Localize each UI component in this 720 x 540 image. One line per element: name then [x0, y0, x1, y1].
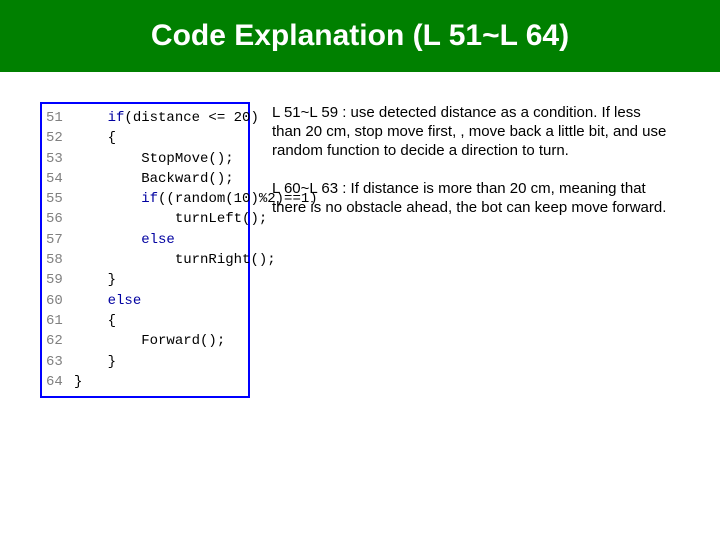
code-text: {	[108, 128, 116, 148]
code-keyword: else	[141, 230, 175, 250]
code-text: StopMove();	[141, 149, 233, 169]
code-text: (distance <= 20)	[124, 108, 258, 128]
line-number: 59	[46, 270, 74, 290]
code-indent	[74, 311, 108, 331]
code-text: }	[108, 270, 116, 290]
code-text: }	[108, 352, 116, 372]
para-lead: L 51~L 59 :	[272, 104, 351, 121]
line-number: 63	[46, 352, 74, 372]
slide-content: 51 if(distance <= 20) 52 { 53 StopMove()…	[0, 72, 720, 418]
code-text: turnRight();	[175, 250, 276, 270]
code-text: Backward();	[141, 169, 233, 189]
code-indent	[74, 128, 108, 148]
code-indent	[74, 352, 108, 372]
code-line: 62 Forward();	[46, 331, 240, 351]
code-line: 64}	[46, 372, 240, 392]
line-number: 54	[46, 169, 74, 189]
code-indent	[74, 250, 175, 270]
code-indent	[74, 108, 108, 128]
line-number: 51	[46, 108, 74, 128]
code-indent	[74, 230, 141, 250]
slide-title: Code Explanation (L 51~L 64)	[151, 19, 569, 53]
code-line: 60 else	[46, 291, 240, 311]
code-indent	[74, 291, 108, 311]
line-number: 53	[46, 149, 74, 169]
code-line: 54 Backward();	[46, 169, 240, 189]
code-indent	[74, 149, 141, 169]
code-keyword: else	[108, 291, 142, 311]
line-number: 56	[46, 209, 74, 229]
code-line: 56 turnLeft();	[46, 209, 240, 229]
explanation-para-2: L 60~L 63 : If distance is more than 20 …	[272, 180, 672, 218]
code-line: 52 {	[46, 128, 240, 148]
code-line: 59 }	[46, 270, 240, 290]
slide-header: Code Explanation (L 51~L 64)	[0, 0, 720, 72]
code-indent	[74, 331, 141, 351]
code-line: 58 turnRight();	[46, 250, 240, 270]
code-indent	[74, 189, 141, 209]
code-line: 55 if((random(10)%2)==1)	[46, 189, 240, 209]
code-line: 53 StopMove();	[46, 149, 240, 169]
code-indent	[74, 270, 108, 290]
line-number: 61	[46, 311, 74, 331]
code-text: Forward();	[141, 331, 225, 351]
explanation-para-1: L 51~L 59 : use detected distance as a c…	[272, 104, 672, 160]
line-number: 52	[46, 128, 74, 148]
line-number: 57	[46, 230, 74, 250]
code-indent	[74, 209, 175, 229]
line-number: 62	[46, 331, 74, 351]
code-block: 51 if(distance <= 20) 52 { 53 StopMove()…	[40, 102, 250, 398]
code-keyword: if	[108, 108, 125, 128]
code-text: }	[74, 372, 82, 392]
code-indent	[74, 169, 141, 189]
code-line: 51 if(distance <= 20)	[46, 108, 240, 128]
code-line: 63 }	[46, 352, 240, 372]
line-number: 64	[46, 372, 74, 392]
explanation-block: L 51~L 59 : use detected distance as a c…	[272, 102, 672, 398]
line-number: 58	[46, 250, 74, 270]
code-line: 61 {	[46, 311, 240, 331]
line-number: 55	[46, 189, 74, 209]
para-lead: L 60~L 63 :	[272, 180, 351, 197]
line-number: 60	[46, 291, 74, 311]
code-text: {	[108, 311, 116, 331]
code-keyword: if	[141, 189, 158, 209]
code-text: turnLeft();	[175, 209, 267, 229]
code-line: 57 else	[46, 230, 240, 250]
